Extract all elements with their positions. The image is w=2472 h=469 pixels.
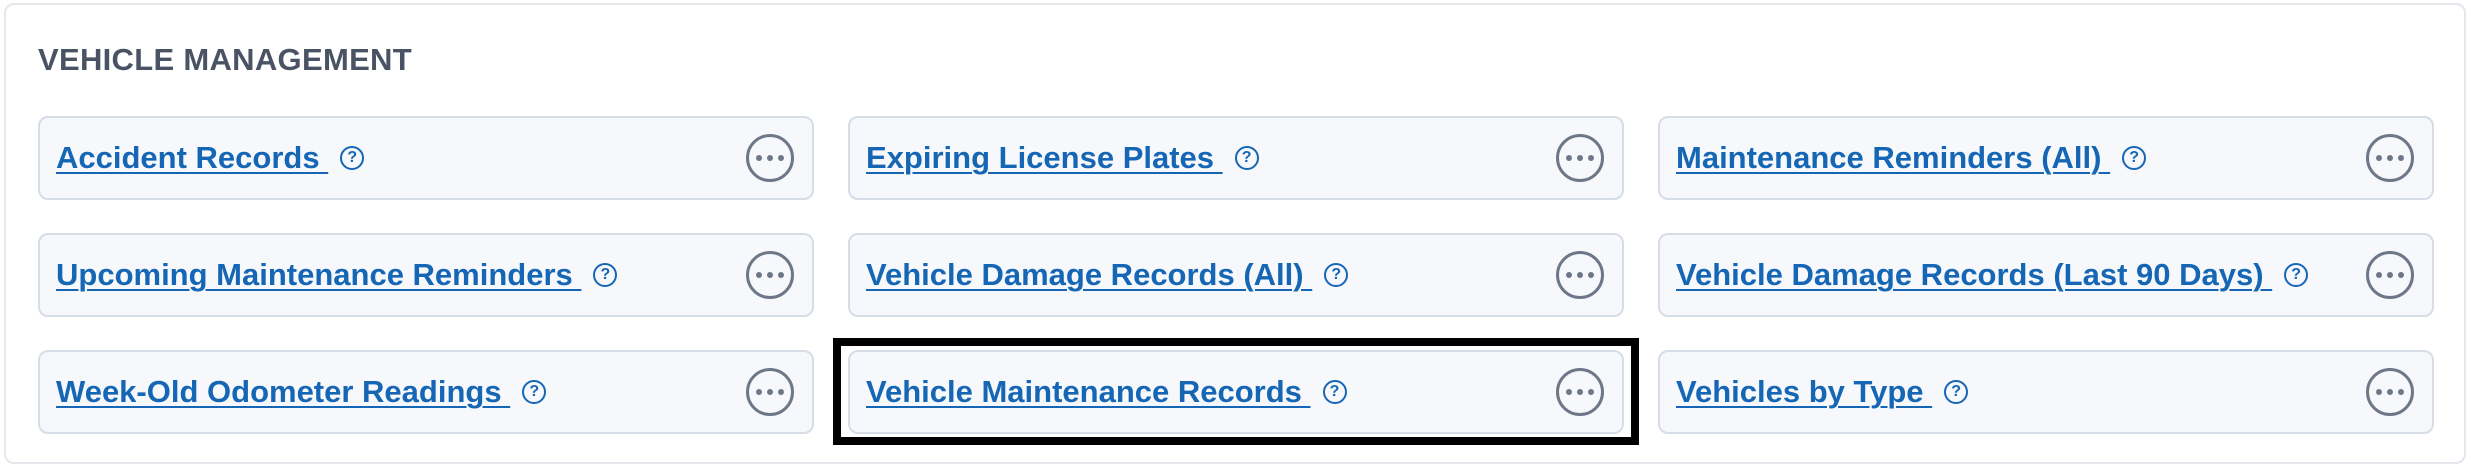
- help-circle-icon[interactable]: ?: [1944, 380, 1969, 404]
- report-card-accident-records: Accident Records ?: [38, 116, 814, 200]
- dot-icon: [2387, 389, 2393, 395]
- report-card-expiring-license-plates: Expiring License Plates ?: [848, 116, 1624, 200]
- dot-icon: [1566, 272, 1572, 278]
- dot-icon: [778, 389, 784, 395]
- dot-icon: [1566, 389, 1572, 395]
- dot-icon: [2398, 389, 2404, 395]
- help-circle-icon[interactable]: ?: [1324, 263, 1349, 287]
- report-card-vehicle-damage-records-all: Vehicle Damage Records (All) ?: [848, 233, 1624, 317]
- help-circle-icon[interactable]: ?: [2122, 146, 2147, 170]
- report-link-maintenance-reminders-all[interactable]: Maintenance Reminders (All): [1676, 140, 2110, 176]
- more-options-button[interactable]: [2366, 251, 2414, 299]
- dot-icon: [1577, 389, 1583, 395]
- dot-icon: [2376, 155, 2382, 161]
- dot-icon: [1566, 155, 1572, 161]
- dot-icon: [2398, 272, 2404, 278]
- help-circle-icon[interactable]: ?: [1322, 380, 1347, 404]
- report-link-vehicles-by-type[interactable]: Vehicles by Type: [1676, 374, 1932, 410]
- dot-icon: [2387, 155, 2393, 161]
- more-options-button[interactable]: [746, 251, 794, 299]
- report-card-upcoming-maintenance-reminders: Upcoming Maintenance Reminders ?: [38, 233, 814, 317]
- report-link-upcoming-maintenance-reminders[interactable]: Upcoming Maintenance Reminders: [56, 257, 581, 293]
- dot-icon: [2376, 272, 2382, 278]
- dot-icon: [1577, 272, 1583, 278]
- dot-icon: [1588, 389, 1594, 395]
- report-link-week-old-odometer-readings[interactable]: Week-Old Odometer Readings: [56, 374, 510, 410]
- report-card-vehicles-by-type: Vehicles by Type ?: [1658, 350, 2434, 434]
- help-circle-icon[interactable]: ?: [593, 263, 618, 287]
- report-link-vehicle-maintenance-records[interactable]: Vehicle Maintenance Records: [866, 374, 1311, 410]
- help-circle-icon[interactable]: ?: [1234, 146, 1259, 170]
- dot-icon: [2387, 272, 2393, 278]
- dot-icon: [767, 389, 773, 395]
- report-card-vehicle-maintenance-records: Vehicle Maintenance Records ?: [848, 350, 1624, 434]
- dot-icon: [1577, 155, 1583, 161]
- more-options-button[interactable]: [2366, 368, 2414, 416]
- dot-icon: [1588, 272, 1594, 278]
- more-options-button[interactable]: [746, 134, 794, 182]
- report-link-expiring-license-plates[interactable]: Expiring License Plates: [866, 140, 1223, 176]
- report-link-accident-records[interactable]: Accident Records: [56, 140, 328, 176]
- more-options-button[interactable]: [1556, 368, 1604, 416]
- dot-icon: [767, 272, 773, 278]
- report-card-week-old-odometer-readings: Week-Old Odometer Readings ?: [38, 350, 814, 434]
- report-card-vehicle-damage-records-last-90-days: Vehicle Damage Records (Last 90 Days) ?: [1658, 233, 2434, 317]
- section-title: VEHICLE MANAGEMENT: [38, 42, 412, 77]
- help-circle-icon[interactable]: ?: [2284, 263, 2309, 287]
- dot-icon: [756, 389, 762, 395]
- more-options-button[interactable]: [1556, 134, 1604, 182]
- dot-icon: [778, 155, 784, 161]
- report-card-maintenance-reminders-all: Maintenance Reminders (All) ?: [1658, 116, 2434, 200]
- dot-icon: [2376, 389, 2382, 395]
- more-options-button[interactable]: [2366, 134, 2414, 182]
- help-circle-icon[interactable]: ?: [340, 146, 365, 170]
- report-link-vehicle-damage-records-all[interactable]: Vehicle Damage Records (All): [866, 257, 1312, 293]
- report-link-vehicle-damage-records-last-90-days[interactable]: Vehicle Damage Records (Last 90 Days): [1676, 257, 2272, 293]
- dot-icon: [778, 272, 784, 278]
- dot-icon: [756, 272, 762, 278]
- dot-icon: [756, 155, 762, 161]
- more-options-button[interactable]: [1556, 251, 1604, 299]
- help-circle-icon[interactable]: ?: [522, 380, 547, 404]
- more-options-button[interactable]: [746, 368, 794, 416]
- dot-icon: [2398, 155, 2404, 161]
- dot-icon: [767, 155, 773, 161]
- dot-icon: [1588, 155, 1594, 161]
